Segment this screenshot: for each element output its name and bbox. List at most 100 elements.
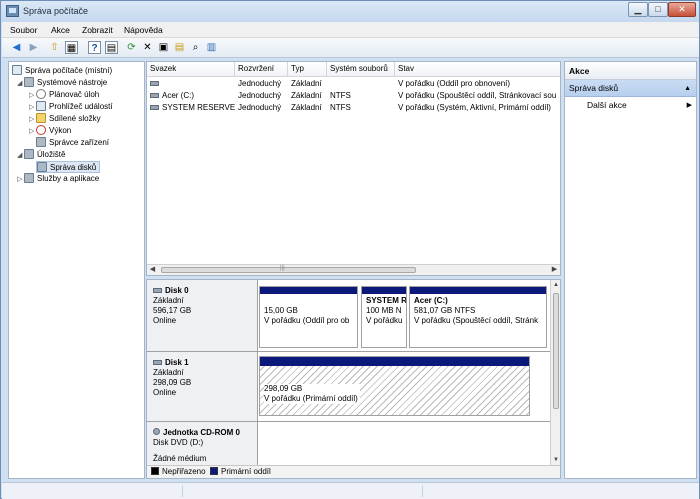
collapse-icon[interactable]: ◢: [17, 78, 24, 90]
actions-pane: Akce Správa disků ▲ Další akce ▶: [564, 61, 697, 479]
tree-item-disk-management[interactable]: Správa disků: [36, 161, 101, 173]
menu-akce[interactable]: Akce: [51, 25, 70, 35]
scroll-down-icon[interactable]: ▼: [551, 455, 560, 465]
legend-unallocated: Nepřiřazeno: [151, 466, 206, 478]
volume-layout: Jednoduchý: [238, 103, 282, 112]
tree-item-device-manager[interactable]: Správce zařízení: [36, 137, 109, 149]
disk-icon: [153, 360, 162, 365]
status-bar: [2, 482, 699, 499]
view-icon[interactable]: ▤: [105, 41, 118, 54]
disk-label[interactable]: Disk 1 Základní 298,09 GB Online: [147, 352, 258, 421]
volume-filesystem: NTFS: [330, 103, 351, 112]
open-icon[interactable]: ▤: [173, 41, 186, 54]
tree-item-event-viewer[interactable]: ▷ Prohlížeč událostí: [29, 101, 113, 113]
volume-layout: Jednoduchý: [238, 91, 282, 100]
device-manager-icon: [36, 137, 46, 147]
collapse-icon[interactable]: ▲: [684, 80, 691, 97]
scroll-left-icon[interactable]: ◀: [147, 265, 158, 275]
tree-item-storage[interactable]: ◢ Úložiště: [17, 149, 65, 161]
storage-icon: [24, 149, 34, 159]
vertical-scrollbar[interactable]: ▲ ▼: [550, 280, 560, 466]
partition-bar: [260, 287, 357, 294]
refresh-icon[interactable]: ⟳: [125, 41, 138, 54]
scroll-thumb[interactable]: |||: [161, 265, 416, 273]
menu-soubor[interactable]: Soubor: [10, 25, 37, 35]
more-actions[interactable]: Další akce ▶: [587, 99, 692, 112]
search-icon[interactable]: ⌕: [189, 41, 202, 54]
disk-icon: [153, 288, 162, 293]
volume-name: Acer (C:): [147, 90, 235, 101]
volume-name: SYSTEM RESERVED: [147, 102, 235, 113]
show-hide-tree-icon[interactable]: ▦: [65, 41, 78, 54]
maximize-button[interactable]: □: [648, 2, 668, 17]
title-bar: Správa počítače ▁ □ ✕: [1, 1, 699, 22]
scroll-thumb[interactable]: [553, 293, 559, 409]
help-icon[interactable]: ?: [88, 41, 101, 54]
volume-list: Svazek Rozvržení Typ Systém souborů Stav…: [146, 61, 561, 276]
partition-acer-c[interactable]: Acer (C:) 581,07 GB NTFS V pořádku (Spou…: [409, 286, 547, 348]
disk-label[interactable]: Disk 0 Základní 596,17 GB Online: [147, 280, 258, 351]
tree-item-task-scheduler[interactable]: ▷ Plánovač úloh: [29, 89, 99, 101]
expand-icon[interactable]: ▷: [29, 126, 36, 138]
back-icon[interactable]: ◀: [10, 41, 23, 54]
column-header-type[interactable]: Typ: [288, 62, 327, 77]
tree-item-root[interactable]: Správa počítače (místní): [12, 65, 112, 77]
disk-row-1[interactable]: Disk 1 Základní 298,09 GB Online 298,09 …: [147, 352, 550, 422]
disk-row-0[interactable]: Disk 0 Základní 596,17 GB Online 15,00 G…: [147, 280, 550, 352]
actions-header: Akce: [565, 62, 696, 80]
volume-filesystem: NTFS: [330, 91, 351, 100]
status-divider: [182, 486, 183, 497]
partition-system-reserved[interactable]: SYSTEM R 100 MB N V pořádku: [361, 286, 407, 348]
tree-item-services[interactable]: ▷ Služby a aplikace: [17, 173, 99, 185]
scroll-right-icon[interactable]: ▶: [549, 265, 560, 275]
cdrom-icon: [153, 428, 160, 435]
menu-zobrazit[interactable]: Zobrazit: [82, 25, 113, 35]
volume-status: V pořádku (Systém, Aktivní, Primární odd…: [398, 103, 551, 112]
window: Správa počítače ▁ □ ✕ Soubor Akce Zobraz…: [0, 0, 700, 499]
tree-item-performance[interactable]: ▷ Výkon: [29, 125, 71, 137]
filter-icon[interactable]: ▥: [205, 41, 218, 54]
close-button[interactable]: ✕: [668, 2, 696, 17]
volume-type: Základní: [291, 103, 322, 112]
partition-primary[interactable]: 298,09 GB V pořádku (Primární oddíl): [259, 356, 530, 416]
shared-folder-icon: [36, 113, 46, 123]
column-header-filesystem[interactable]: Systém souborů: [327, 62, 395, 77]
minimize-button[interactable]: ▁: [628, 2, 648, 17]
tools-icon: [24, 77, 34, 87]
delete-icon[interactable]: ✕: [141, 41, 154, 54]
partition-bar: [362, 287, 406, 294]
partition-bar: [260, 357, 529, 366]
expand-icon[interactable]: ▷: [17, 174, 24, 186]
column-header-volume[interactable]: Svazek: [147, 62, 235, 77]
tree-item-shared-folders[interactable]: ▷ Sdílené složky: [29, 113, 101, 125]
up-icon[interactable]: ⇧: [48, 41, 61, 54]
actions-section-disk-management[interactable]: Správa disků ▲: [565, 80, 696, 97]
properties-icon[interactable]: ▣: [157, 41, 170, 54]
toolbar: ◀ ▶ ⇧ ▦ ? ▤ ⟳ ✕ ▣ ▤ ⌕ ▥: [2, 38, 699, 58]
forward-icon[interactable]: ▶: [27, 41, 40, 54]
volume-type: Základní: [291, 79, 322, 88]
disk-management-icon: [37, 162, 47, 172]
navigation-tree: Správa počítače (místní) ◢ Systémové nást…: [8, 61, 145, 479]
collapse-icon[interactable]: ◢: [17, 150, 24, 162]
volume-status: V pořádku (Oddíl pro obnovení): [398, 79, 511, 88]
menu-napoveda[interactable]: Nápověda: [124, 25, 163, 35]
volume-filesystem: [327, 78, 395, 89]
grip-icon: |||: [280, 265, 285, 271]
legend-primary: Primární oddíl: [210, 466, 271, 478]
partition-recovery[interactable]: 15,00 GB V pořádku (Oddíl pro ob: [259, 286, 358, 348]
status-divider: [422, 486, 423, 497]
event-viewer-icon: [36, 101, 46, 111]
horizontal-scrollbar[interactable]: ◀ ||| ▶: [147, 264, 560, 275]
disk-icon: [150, 93, 159, 98]
disk-icon: [150, 81, 159, 86]
tree-item-system-tools[interactable]: ◢ Systémové nástroje: [17, 77, 107, 89]
performance-icon: [36, 125, 46, 135]
legend: Nepřiřazeno Primární oddíl: [147, 465, 560, 478]
window-title: Správa počítače: [23, 6, 89, 16]
unallocated-swatch: [151, 467, 159, 475]
column-header-layout[interactable]: Rozvržení: [235, 62, 288, 77]
computer-icon: [12, 65, 22, 75]
column-header-status[interactable]: Stav: [395, 62, 560, 77]
scroll-up-icon[interactable]: ▲: [551, 280, 560, 290]
